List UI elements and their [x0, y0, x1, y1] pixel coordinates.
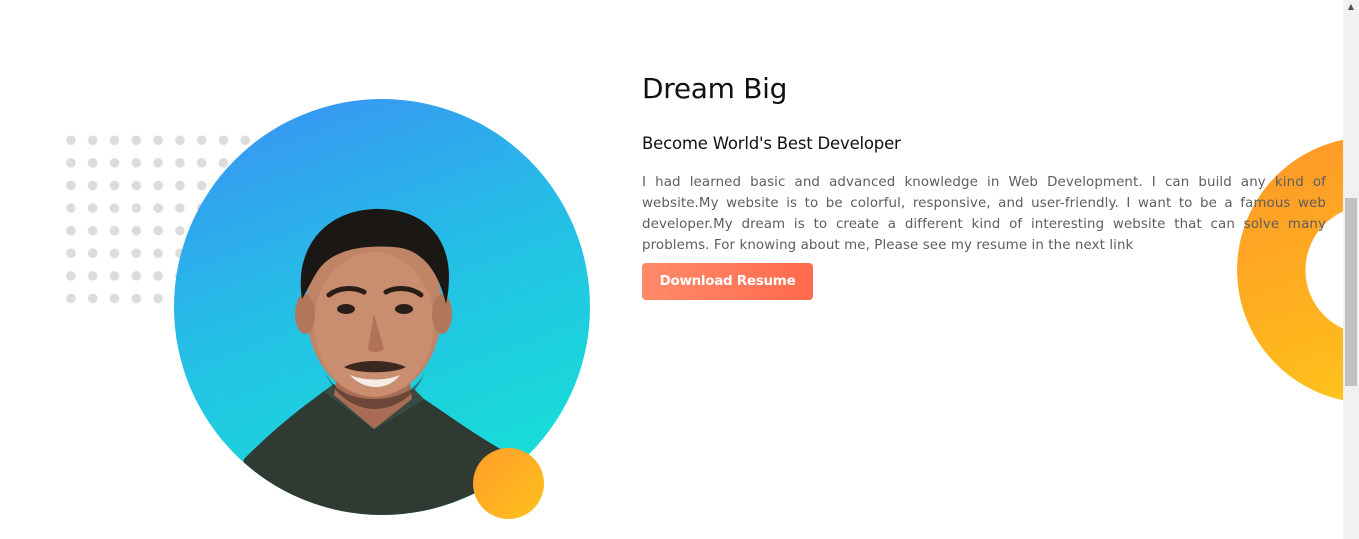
about-description: I had learned basic and advanced knowled… [642, 175, 1326, 253]
page-subtitle: Become World's Best Developer [642, 134, 901, 153]
scroll-up-arrow-icon[interactable]: ▲ [1343, 0, 1359, 16]
scrollbar-thumb[interactable] [1345, 198, 1357, 386]
about-section: Dream Big Become World's Best Developer … [0, 0, 1343, 539]
decorative-yellow-circle [473, 448, 544, 519]
download-resume-button[interactable]: Download Resume [642, 263, 813, 300]
page-title: Dream Big [642, 72, 788, 105]
vertical-scrollbar[interactable]: ▲ [1343, 0, 1359, 539]
about-content: Dream Big Become World's Best Developer … [642, 70, 1326, 300]
